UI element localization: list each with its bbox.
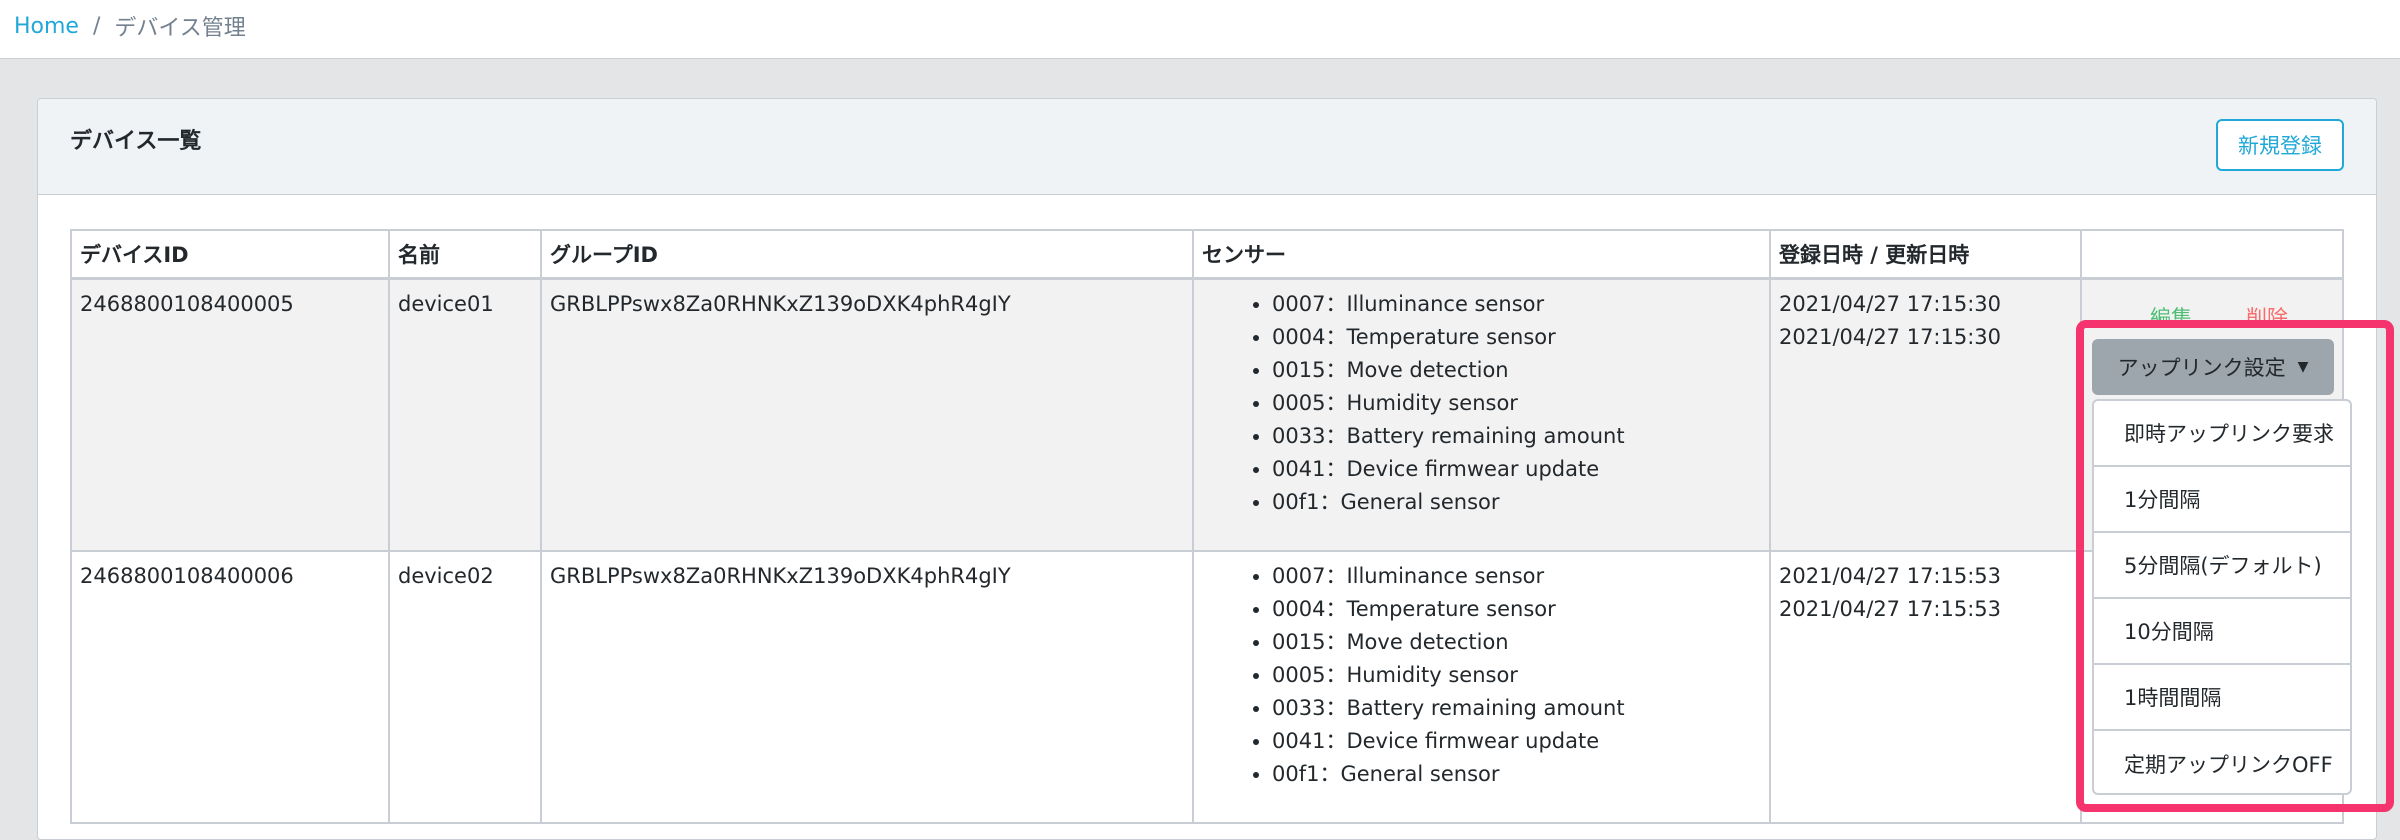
menu-item-1hour[interactable]: 1時間間隔 xyxy=(2094,665,2350,731)
header-sensors: センサー xyxy=(1192,229,1771,280)
device-name-cell: device02 xyxy=(388,549,542,824)
sensors-cell: 0007：Illuminance sensor 0004：Temperature… xyxy=(1192,277,1771,552)
sensor-item: 0004：Temperature sensor xyxy=(1272,593,1761,626)
sensor-item: 0007：Illuminance sensor xyxy=(1272,560,1761,593)
sensor-item: 00f1：General sensor xyxy=(1272,758,1761,791)
group-id-cell: GRBLPPswx8Za0RHNKxZ139oDXK4phR4gIY xyxy=(540,549,1194,824)
card-header: デバイス一覧 新規登録 xyxy=(38,99,2376,195)
sensor-item: 0005：Humidity sensor xyxy=(1272,659,1761,692)
uplink-settings-dropdown-button[interactable]: アップリンク設定 ▼ xyxy=(2092,339,2334,395)
updated-date: 2021/04/27 17:15:30 xyxy=(1779,325,2002,349)
breadcrumb-home-link[interactable]: Home xyxy=(14,14,79,39)
updated-date: 2021/04/27 17:15:53 xyxy=(1779,596,2002,621)
sensor-list: 0007：Illuminance sensor 0004：Temperature… xyxy=(1202,288,1761,519)
device-id-cell: 2468800108400006 xyxy=(70,549,390,824)
table-row: 2468800108400005 device01 GRBLPPswx8Za0R… xyxy=(70,277,2344,552)
group-id-cell: GRBLPPswx8Za0RHNKxZ139oDXK4phR4gIY xyxy=(540,277,1194,552)
new-registration-button[interactable]: 新規登録 xyxy=(2216,119,2344,171)
sensor-item: 0007：Illuminance sensor xyxy=(1272,288,1761,321)
sensor-item: 0041：Device firmwear update xyxy=(1272,453,1761,486)
card-title: デバイス一覧 xyxy=(70,129,202,154)
header-group-id: グループID xyxy=(540,229,1194,280)
sensor-item: 0033：Battery remaining amount xyxy=(1272,692,1761,725)
sensor-item: 0015：Move detection xyxy=(1272,354,1761,387)
uplink-dropdown-menu: 即時アップリンク要求 1分間隔 5分間隔(デフォルト) 10分間隔 1時間間隔 … xyxy=(2092,399,2352,795)
menu-item-5min-default[interactable]: 5分間隔(デフォルト) xyxy=(2094,533,2350,599)
top-bar: Home / デバイス管理 xyxy=(0,0,2400,59)
dates-cell: 2021/04/27 17:15:53 2021/04/27 17:15:53 xyxy=(1769,549,2082,824)
sensor-item: 0015：Move detection xyxy=(1272,626,1761,659)
sensor-item: 0005：Humidity sensor xyxy=(1272,387,1761,420)
registered-date: 2021/04/27 17:15:53 xyxy=(1779,563,2002,588)
table-header-row: デバイスID 名前 グループID センサー 登録日時 / 更新日時 xyxy=(70,229,2344,280)
menu-item-immediate-uplink[interactable]: 即時アップリンク要求 xyxy=(2094,401,2350,467)
menu-item-10min[interactable]: 10分間隔 xyxy=(2094,599,2350,665)
caret-down-icon: ▼ xyxy=(2297,359,2309,375)
menu-item-periodic-off[interactable]: 定期アップリンクOFF xyxy=(2094,731,2350,797)
breadcrumb-current: デバイス管理 xyxy=(114,16,246,41)
registered-date: 2021/04/27 17:15:30 xyxy=(1779,292,2002,316)
menu-item-1min[interactable]: 1分間隔 xyxy=(2094,467,2350,533)
device-list-card: デバイス一覧 新規登録 デバイスID 名前 グループID センサー 登録日時 /… xyxy=(37,98,2377,840)
sensors-cell: 0007：Illuminance sensor 0004：Temperature… xyxy=(1192,549,1771,824)
header-actions xyxy=(2080,229,2344,280)
device-name-cell: device01 xyxy=(388,277,542,552)
sensor-item: 0004：Temperature sensor xyxy=(1272,321,1761,354)
dates-cell: 2021/04/27 17:15:30 2021/04/27 17:15:30 xyxy=(1769,277,2082,552)
device-table: デバイスID 名前 グループID センサー 登録日時 / 更新日時 246880… xyxy=(70,229,2344,824)
breadcrumb-separator: / xyxy=(92,13,101,39)
device-id-cell: 2468800108400005 xyxy=(70,277,390,552)
sensor-item: 0033：Battery remaining amount xyxy=(1272,420,1761,453)
sensor-list: 0007：Illuminance sensor 0004：Temperature… xyxy=(1202,560,1761,791)
table-row: 2468800108400006 device02 GRBLPPswx8Za0R… xyxy=(70,549,2344,824)
header-device-id: デバイスID xyxy=(70,229,390,280)
delete-link[interactable]: 削除 xyxy=(2246,302,2288,332)
sensor-item: 00f1：General sensor xyxy=(1272,486,1761,519)
breadcrumb: Home / デバイス管理 xyxy=(14,10,246,42)
sensor-item: 0041：Device firmwear update xyxy=(1272,725,1761,758)
header-dates: 登録日時 / 更新日時 xyxy=(1769,229,2082,280)
edit-link[interactable]: 編集 xyxy=(2150,302,2192,332)
header-name: 名前 xyxy=(388,229,542,280)
row-actions: 編集 削除 xyxy=(2090,288,2334,332)
uplink-settings-label: アップリンク設定 xyxy=(2117,356,2286,380)
